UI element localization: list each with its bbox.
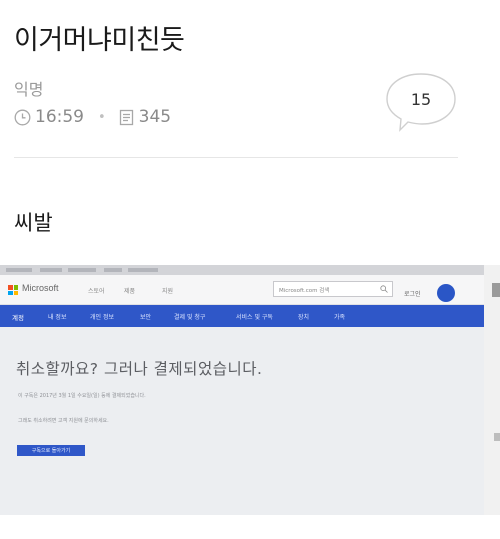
account-nav-item: 가족 <box>334 314 346 321</box>
site-nav-support: 지원 <box>162 288 174 295</box>
site-search-input: Microsoft.com 검색 <box>273 281 393 297</box>
account-nav-item: 결제 및 청구 <box>174 314 206 321</box>
clock-icon <box>14 109 31 126</box>
account-nav-item: 계정 <box>12 314 24 322</box>
site-header: Microsoft 스토어 제품 지원 Microsoft.com 검색 로그인 <box>0 275 484 305</box>
photo-edge <box>484 265 500 515</box>
comment-count-button[interactable]: 15 <box>385 72 457 132</box>
post-title: 이거머냐미친듯 <box>14 25 185 56</box>
account-nav-item: 서비스 및 구독 <box>236 314 273 321</box>
cancel-headline: 취소할까요? 그러나 결제되었습니다. <box>16 360 263 378</box>
separator-dot: • <box>98 109 106 125</box>
page-content: 취소할까요? 그러나 결제되었습니다. 이 구독은 2017년 3월 1일 수요… <box>0 327 484 515</box>
site-login: 로그인 <box>404 291 421 298</box>
post-time: 16:59 <box>35 107 84 127</box>
return-button-label: 구독으로 돌아가기 <box>31 448 71 454</box>
billing-note: 이 구독은 2017년 3월 1일 수요일(일) 등에 결제되었습니다. <box>18 393 146 399</box>
post-meta: 16:59 • 345 <box>14 107 171 127</box>
search-icon <box>380 285 388 293</box>
account-nav-item: 내 정보 <box>48 314 67 321</box>
site-search-placeholder: Microsoft.com 검색 <box>279 288 330 294</box>
attached-photo: Microsoft 스토어 제품 지원 Microsoft.com 검색 로그인… <box>0 265 484 515</box>
comment-count: 15 <box>410 90 432 109</box>
author-name[interactable]: 익명 <box>14 76 43 100</box>
user-avatar-icon <box>437 284 455 302</box>
account-nav-item: 개인 정보 <box>90 314 114 321</box>
divider <box>14 157 458 158</box>
browser-bar <box>0 265 484 275</box>
site-nav-store: 스토어 <box>88 288 105 295</box>
microsoft-logo-icon <box>8 285 18 295</box>
brand-name: Microsoft <box>22 283 59 293</box>
document-icon <box>118 109 135 126</box>
return-to-subscription-button: 구독으로 돌아가기 <box>17 445 85 456</box>
account-nav-item: 보안 <box>140 314 152 321</box>
post-body: 씨발 <box>14 211 53 235</box>
site-nav-products: 제품 <box>124 288 136 295</box>
account-nav-item: 장치 <box>298 314 310 321</box>
support-note: 그래도 취소하려면 고객 지원에 문의하세요. <box>18 418 109 424</box>
view-count: 345 <box>138 107 172 127</box>
account-nav: 계정 내 정보 개인 정보 보안 결제 및 청구 서비스 및 구독 장치 가족 <box>0 305 484 327</box>
